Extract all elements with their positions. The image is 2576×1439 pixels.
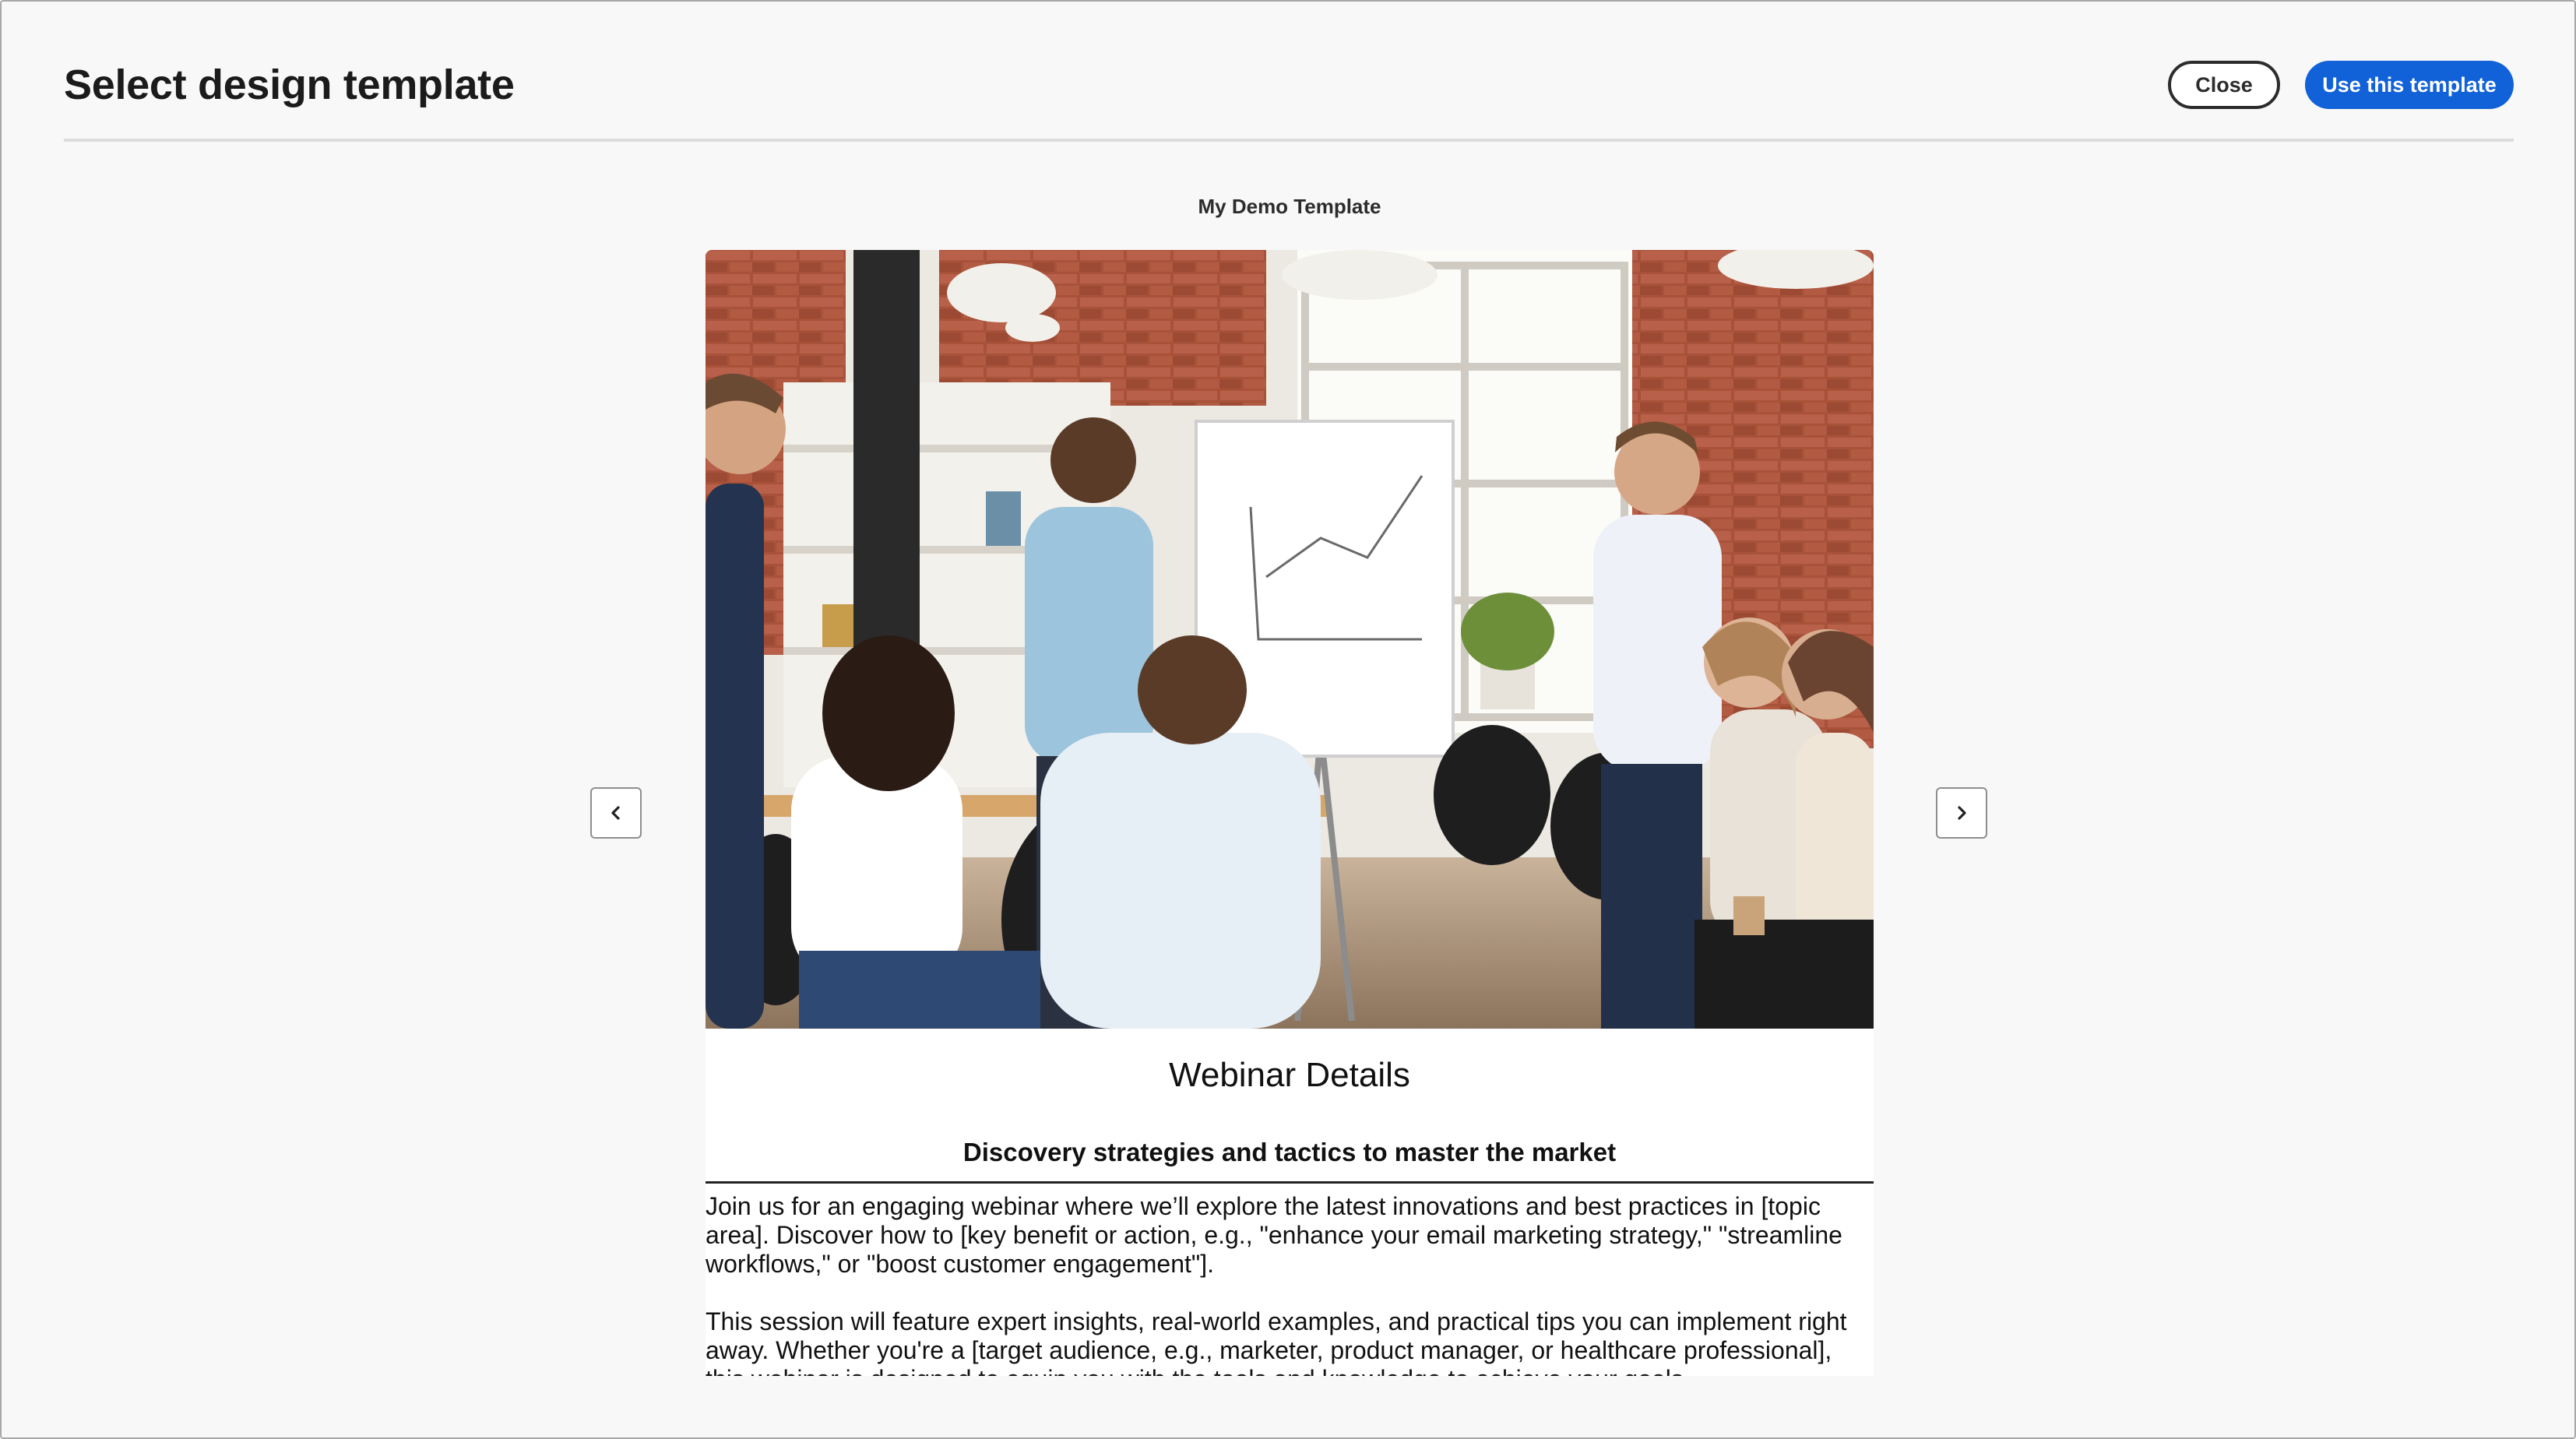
- email-paragraph: This session will feature expert insight…: [706, 1307, 1847, 1376]
- dialog-header: Select design template Close Use this te…: [64, 2, 2514, 142]
- team-meeting-illustration: [706, 250, 1874, 1029]
- use-template-button[interactable]: Use this template: [2305, 61, 2514, 109]
- email-divider: [706, 1181, 1874, 1184]
- template-preview: Webinar Details Discovery strategies and…: [706, 250, 1874, 1376]
- template-name: My Demo Template: [1198, 195, 1381, 218]
- email-body: Join us for an engaging webinar where we…: [706, 1192, 1874, 1376]
- select-template-dialog: Select design template Close Use this te…: [0, 0, 2576, 1439]
- previous-template-button[interactable]: [590, 787, 642, 839]
- chevron-right-icon: [1958, 806, 1966, 820]
- chevron-left-icon: [611, 806, 620, 820]
- next-template-button[interactable]: [1936, 787, 1987, 839]
- team-meeting-photo: [706, 250, 1874, 1029]
- email-heading: Webinar Details: [1169, 1056, 1410, 1094]
- close-button[interactable]: Close: [2168, 61, 2280, 109]
- dialog-title: Select design template: [64, 62, 515, 108]
- email-paragraph: Join us for an engaging webinar where we…: [706, 1192, 1842, 1278]
- email-subheading: Discovery strategies and tactics to mast…: [962, 1138, 1617, 1166]
